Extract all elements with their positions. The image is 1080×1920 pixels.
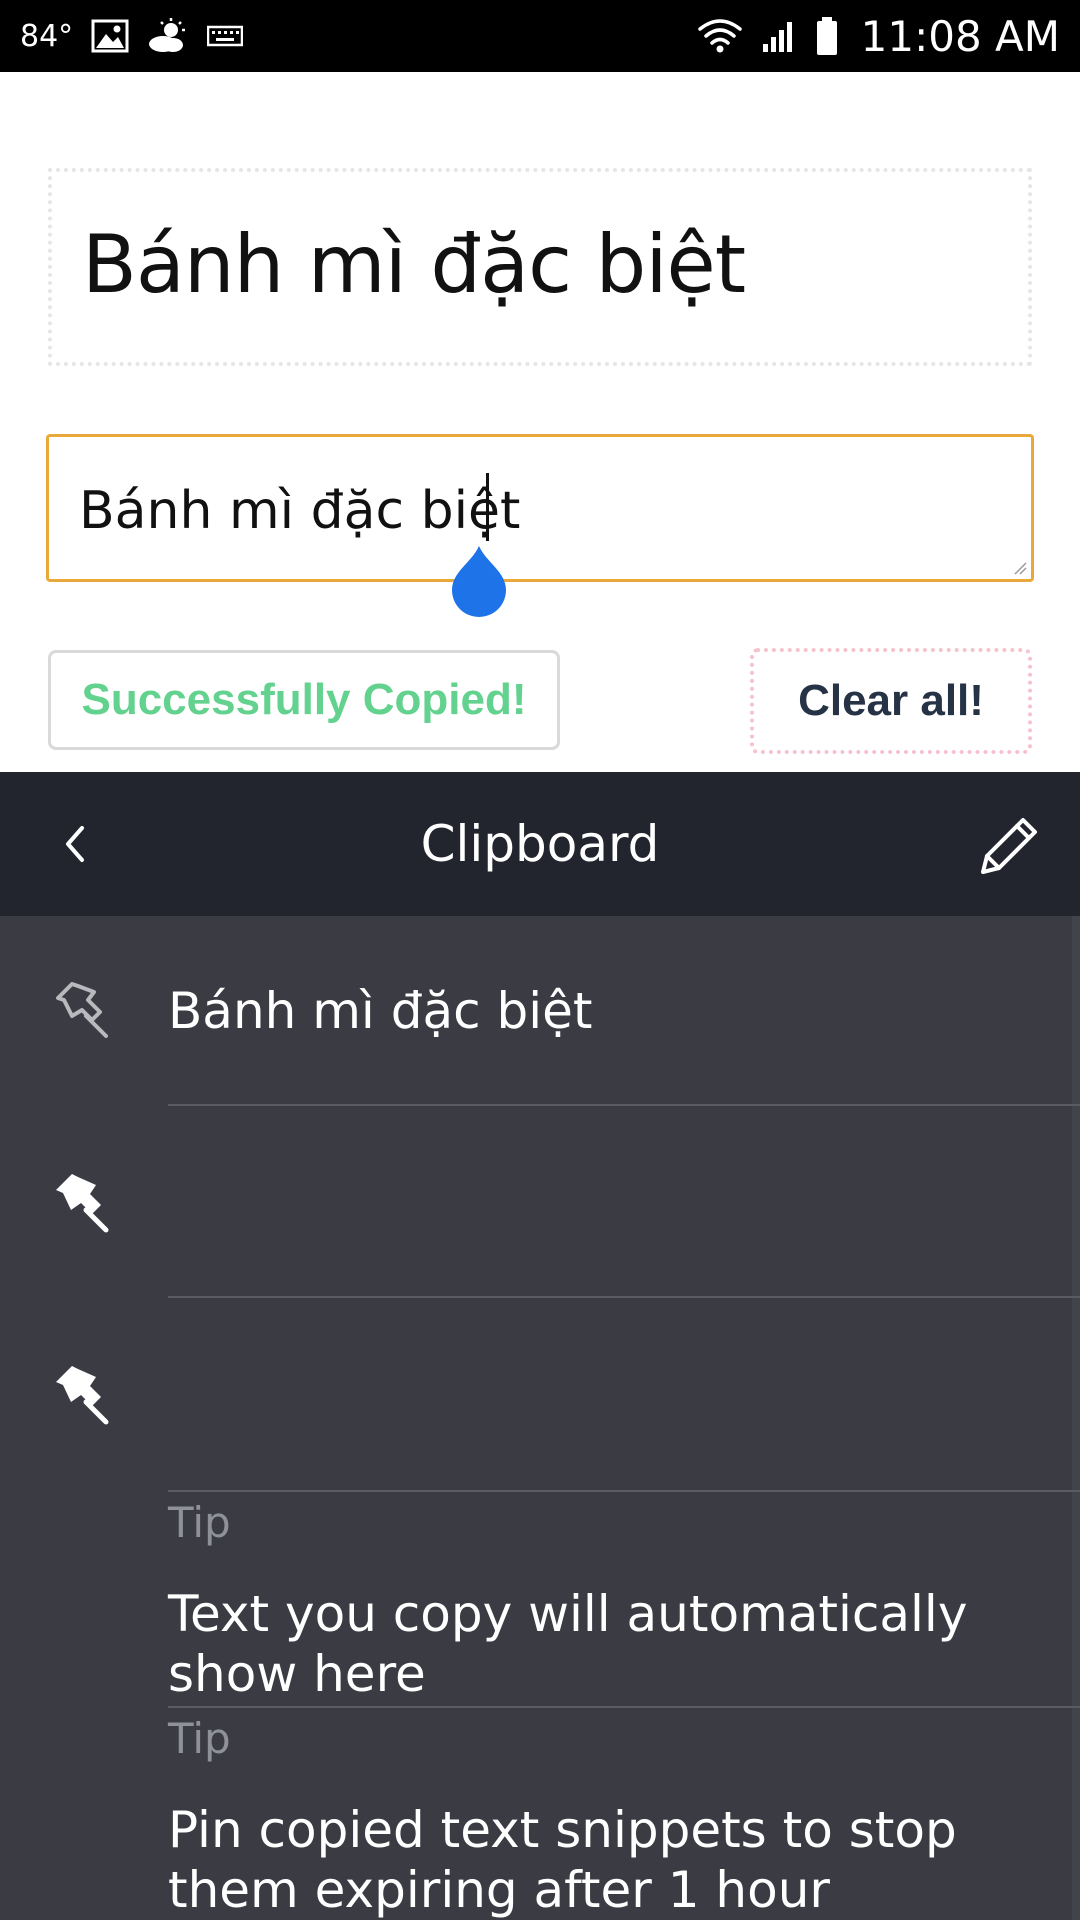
pin-filled-icon[interactable] <box>50 1362 114 1426</box>
status-bar-left: 84° <box>20 18 244 54</box>
clipboard-item[interactable] <box>0 1108 1080 1300</box>
tip-label: Tip <box>168 1714 231 1763</box>
item-divider <box>168 1296 1080 1298</box>
copy-status-button[interactable]: Successfully Copied! <box>48 650 560 750</box>
item-divider <box>168 1490 1080 1492</box>
resize-grip-icon[interactable] <box>1013 561 1027 575</box>
clear-all-button[interactable]: Clear all! <box>750 648 1032 754</box>
input-value: Bánh mì đặc biệt <box>79 481 521 541</box>
wifi-icon <box>697 17 743 55</box>
weather-icon <box>147 18 189 54</box>
tip-text: Pin copied text snippets to stop them ex… <box>168 1801 957 1920</box>
web-page: their tones / marks: Bánh mì đặc biệt Bá… <box>0 72 1080 772</box>
clipboard-title: Clipboard <box>420 815 660 873</box>
clipboard-header: Clipboard <box>0 772 1080 916</box>
tip-block: Tip Text you copy will automatically sho… <box>168 1498 1068 1704</box>
battery-icon <box>815 16 839 56</box>
status-bar-right: 11:08 AM <box>697 12 1060 61</box>
keyboard-icon <box>207 24 244 48</box>
item-divider <box>168 1706 1080 1708</box>
clipboard-item[interactable]: Bánh mì đặc biệt <box>0 916 1080 1108</box>
temperature-text: 84° <box>20 18 74 54</box>
preview-box: Bánh mì đặc biệt <box>48 168 1032 366</box>
tip-label: Tip <box>168 1498 231 1547</box>
preview-text: Bánh mì đặc biệt <box>82 218 746 311</box>
gallery-icon <box>91 19 129 53</box>
tip-block: Tip Pin copied text snippets to stop the… <box>168 1714 1068 1920</box>
back-chevron-icon[interactable] <box>50 816 100 872</box>
caret-handle-icon[interactable] <box>448 546 510 618</box>
pencil-edit-icon[interactable] <box>975 810 1045 880</box>
text-input-field[interactable]: Bánh mì đặc biệt <box>46 434 1034 582</box>
pin-filled-icon[interactable] <box>50 1170 114 1234</box>
clipboard-list: Bánh mì đặc biệt Tip Text you copy will … <box>0 916 1080 1920</box>
instruction-heading: their tones / marks: <box>50 72 458 81</box>
item-divider <box>168 1104 1080 1106</box>
clipboard-item-text: Bánh mì đặc biệt <box>168 982 593 1040</box>
tip-text: Text you copy will automatically show he… <box>168 1585 968 1704</box>
text-caret <box>486 473 489 541</box>
clock-text: 11:08 AM <box>860 11 1060 61</box>
status-bar: 84° 11:08 AM <box>0 0 1080 72</box>
clipboard-item[interactable] <box>0 1300 1080 1492</box>
signal-icon <box>761 18 797 54</box>
pin-outline-icon[interactable] <box>50 978 114 1042</box>
